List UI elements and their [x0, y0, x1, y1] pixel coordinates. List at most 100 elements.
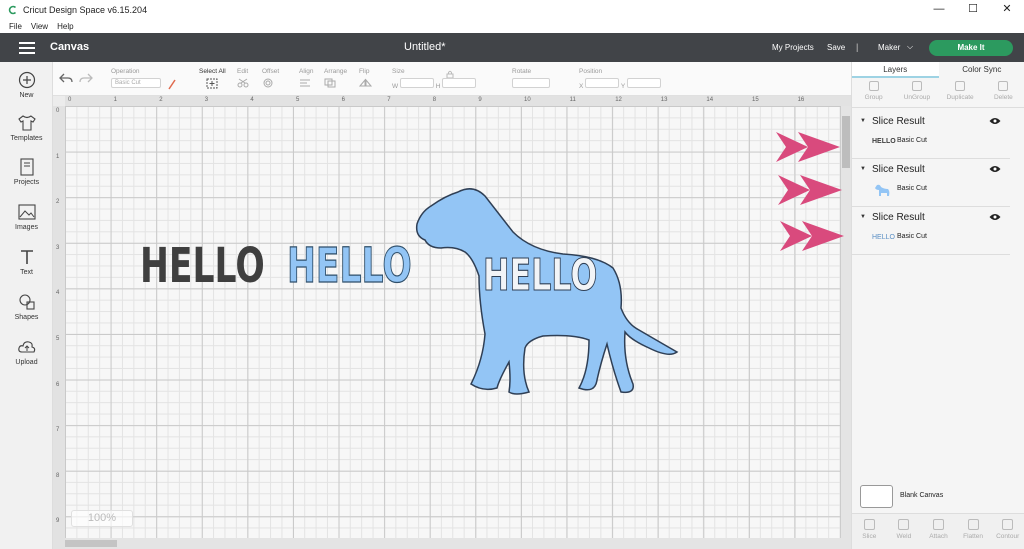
templates-tool[interactable]: Templates — [0, 114, 53, 142]
layer-group-2[interactable]: ▼ Slice Result Basic Cut — [852, 159, 1010, 207]
hello-text-cutout[interactable]: HELLO — [483, 253, 598, 298]
upload-tool-label: Upload — [15, 359, 38, 366]
top-ruler: 0 1 2 3 4 5 6 7 8 9 10 11 12 13 14 15 16 — [65, 96, 851, 106]
contour-button[interactable]: Contour — [990, 514, 1024, 549]
group-button[interactable]: Group — [852, 78, 895, 107]
shirt-icon — [17, 115, 36, 131]
edit-toolbar: Operation Basic Cut Select All Edit Offs… — [53, 62, 851, 96]
maximize-button[interactable]: ☐ — [956, 0, 990, 19]
eye-icon[interactable] — [989, 165, 1001, 173]
operation-select[interactable]: Basic Cut — [111, 78, 161, 88]
delete-button[interactable]: Delete — [982, 78, 1024, 107]
attach-button[interactable]: Attach — [921, 514, 956, 549]
slice-button[interactable]: Slice — [852, 514, 887, 549]
ruler-tick-label: 11 — [569, 97, 576, 103]
close-button[interactable]: ✕ — [990, 0, 1024, 19]
ruler-tick-label: 8 — [432, 97, 437, 103]
flip-icon[interactable] — [358, 78, 377, 88]
blank-canvas-swatch[interactable] — [860, 485, 893, 508]
weld-label: Weld — [896, 533, 912, 540]
window-controls: — ☐ ✕ — [922, 0, 1024, 19]
layer-thumbnail: HELLO — [872, 138, 896, 145]
vertical-scroll-thumb[interactable] — [842, 116, 850, 168]
ruler-tick-label: 10 — [524, 97, 531, 103]
shapes-icon — [18, 294, 35, 310]
machine-select[interactable]: Maker — [878, 43, 900, 52]
hello-text-dark[interactable]: HELLO — [140, 242, 265, 290]
height-input[interactable] — [442, 78, 477, 88]
eye-icon[interactable] — [989, 213, 1001, 221]
rotate-input[interactable] — [512, 78, 550, 88]
upload-tool[interactable]: Upload — [0, 338, 53, 366]
page-title: Canvas — [50, 41, 90, 53]
eye-icon[interactable] — [989, 117, 1001, 125]
weld-button[interactable]: Weld — [887, 514, 922, 549]
minimize-button[interactable]: — — [922, 0, 956, 19]
group-icon — [868, 81, 879, 91]
scissors-icon[interactable] — [237, 78, 253, 88]
pink-arrow-annotation-icon — [778, 175, 842, 205]
edit-group: Edit — [237, 68, 253, 90]
menu-view[interactable]: View — [31, 22, 48, 31]
expand-arrow-icon[interactable]: ▼ — [860, 118, 866, 124]
align-icon[interactable] — [299, 78, 315, 88]
ruler-tick-label: 13 — [660, 97, 668, 103]
layer-cut-type: Basic Cut — [897, 233, 927, 240]
new-tool[interactable]: New — [0, 71, 53, 99]
tab-color-sync[interactable]: Color Sync — [939, 62, 1024, 78]
duplicate-label: Duplicate — [946, 94, 974, 101]
text-tool[interactable]: Text — [0, 248, 53, 276]
select-all-group[interactable]: Select All — [199, 68, 226, 91]
ruler-tick-label: 1 — [56, 153, 60, 160]
position-x-input[interactable] — [585, 78, 620, 88]
ungroup-label: UnGroup — [903, 94, 931, 101]
menu-help[interactable]: Help — [57, 22, 73, 31]
ruler-tick-label: 9 — [478, 97, 482, 103]
zoom-level[interactable]: 100% — [71, 510, 133, 527]
chevron-down-icon[interactable]: ⌵ — [907, 42, 913, 52]
redo-icon[interactable] — [79, 72, 93, 84]
save-button[interactable]: Save — [827, 43, 845, 52]
layers-panel: Layers Color Sync Group UnGroup Duplicat… — [851, 62, 1024, 549]
height-label: H — [435, 83, 441, 90]
horizontal-scrollbar[interactable] — [65, 538, 841, 549]
document-title: Untitled* — [404, 41, 446, 53]
app-window: Cricut Design Space v6.15.204 — ☐ ✕ File… — [0, 0, 1024, 549]
contour-icon — [1002, 519, 1014, 530]
layer-group-3[interactable]: ▼ Slice Result HELLO Basic Cut — [852, 207, 1010, 255]
ruler-tick-label: 3 — [56, 244, 60, 251]
ruler-tick-label: 0 — [56, 108, 60, 114]
arrange-label: Arrange — [324, 68, 348, 75]
hello-text-blue[interactable]: HELLO — [287, 241, 413, 290]
flatten-button[interactable]: Flatten — [956, 514, 991, 549]
arrange-icon[interactable] — [324, 78, 342, 88]
lock-icon[interactable] — [446, 70, 454, 78]
design-canvas[interactable]: 0 1 2 3 4 5 6 7 8 9 10 11 12 13 14 15 16 0123456789 HELL… — [53, 96, 851, 549]
duplicate-button[interactable]: Duplicate — [939, 78, 982, 107]
hamburger-menu-icon[interactable] — [19, 42, 35, 54]
position-x-label: X — [579, 83, 584, 90]
paperclip-icon — [932, 519, 944, 530]
ungroup-button[interactable]: UnGroup — [895, 78, 938, 107]
offset-icon[interactable] — [262, 78, 276, 88]
expand-arrow-icon[interactable]: ▼ — [860, 166, 866, 172]
position-y-input[interactable] — [626, 78, 661, 88]
horizontal-scroll-thumb[interactable] — [65, 540, 117, 547]
width-input[interactable] — [399, 78, 434, 88]
menu-file[interactable]: File — [9, 22, 22, 31]
new-tool-label: New — [19, 92, 34, 99]
make-it-button[interactable]: Make It — [929, 40, 1013, 56]
delete-label: Delete — [993, 94, 1013, 101]
trash-icon — [998, 81, 1009, 91]
projects-tool[interactable]: Projects — [0, 158, 53, 186]
images-tool[interactable]: Images — [0, 203, 53, 231]
undo-icon[interactable] — [59, 72, 73, 84]
ruler-tick-label: 6 — [341, 97, 345, 103]
shapes-tool[interactable]: Shapes — [0, 293, 53, 321]
color-swatch-icon[interactable] — [167, 78, 177, 90]
expand-arrow-icon[interactable]: ▼ — [860, 214, 866, 220]
tab-layers[interactable]: Layers — [852, 62, 939, 78]
layer-group-1[interactable]: ▼ Slice Result HELLO Basic Cut — [852, 111, 1010, 159]
width-label: W — [392, 83, 399, 90]
my-projects-link[interactable]: My Projects — [772, 43, 814, 52]
